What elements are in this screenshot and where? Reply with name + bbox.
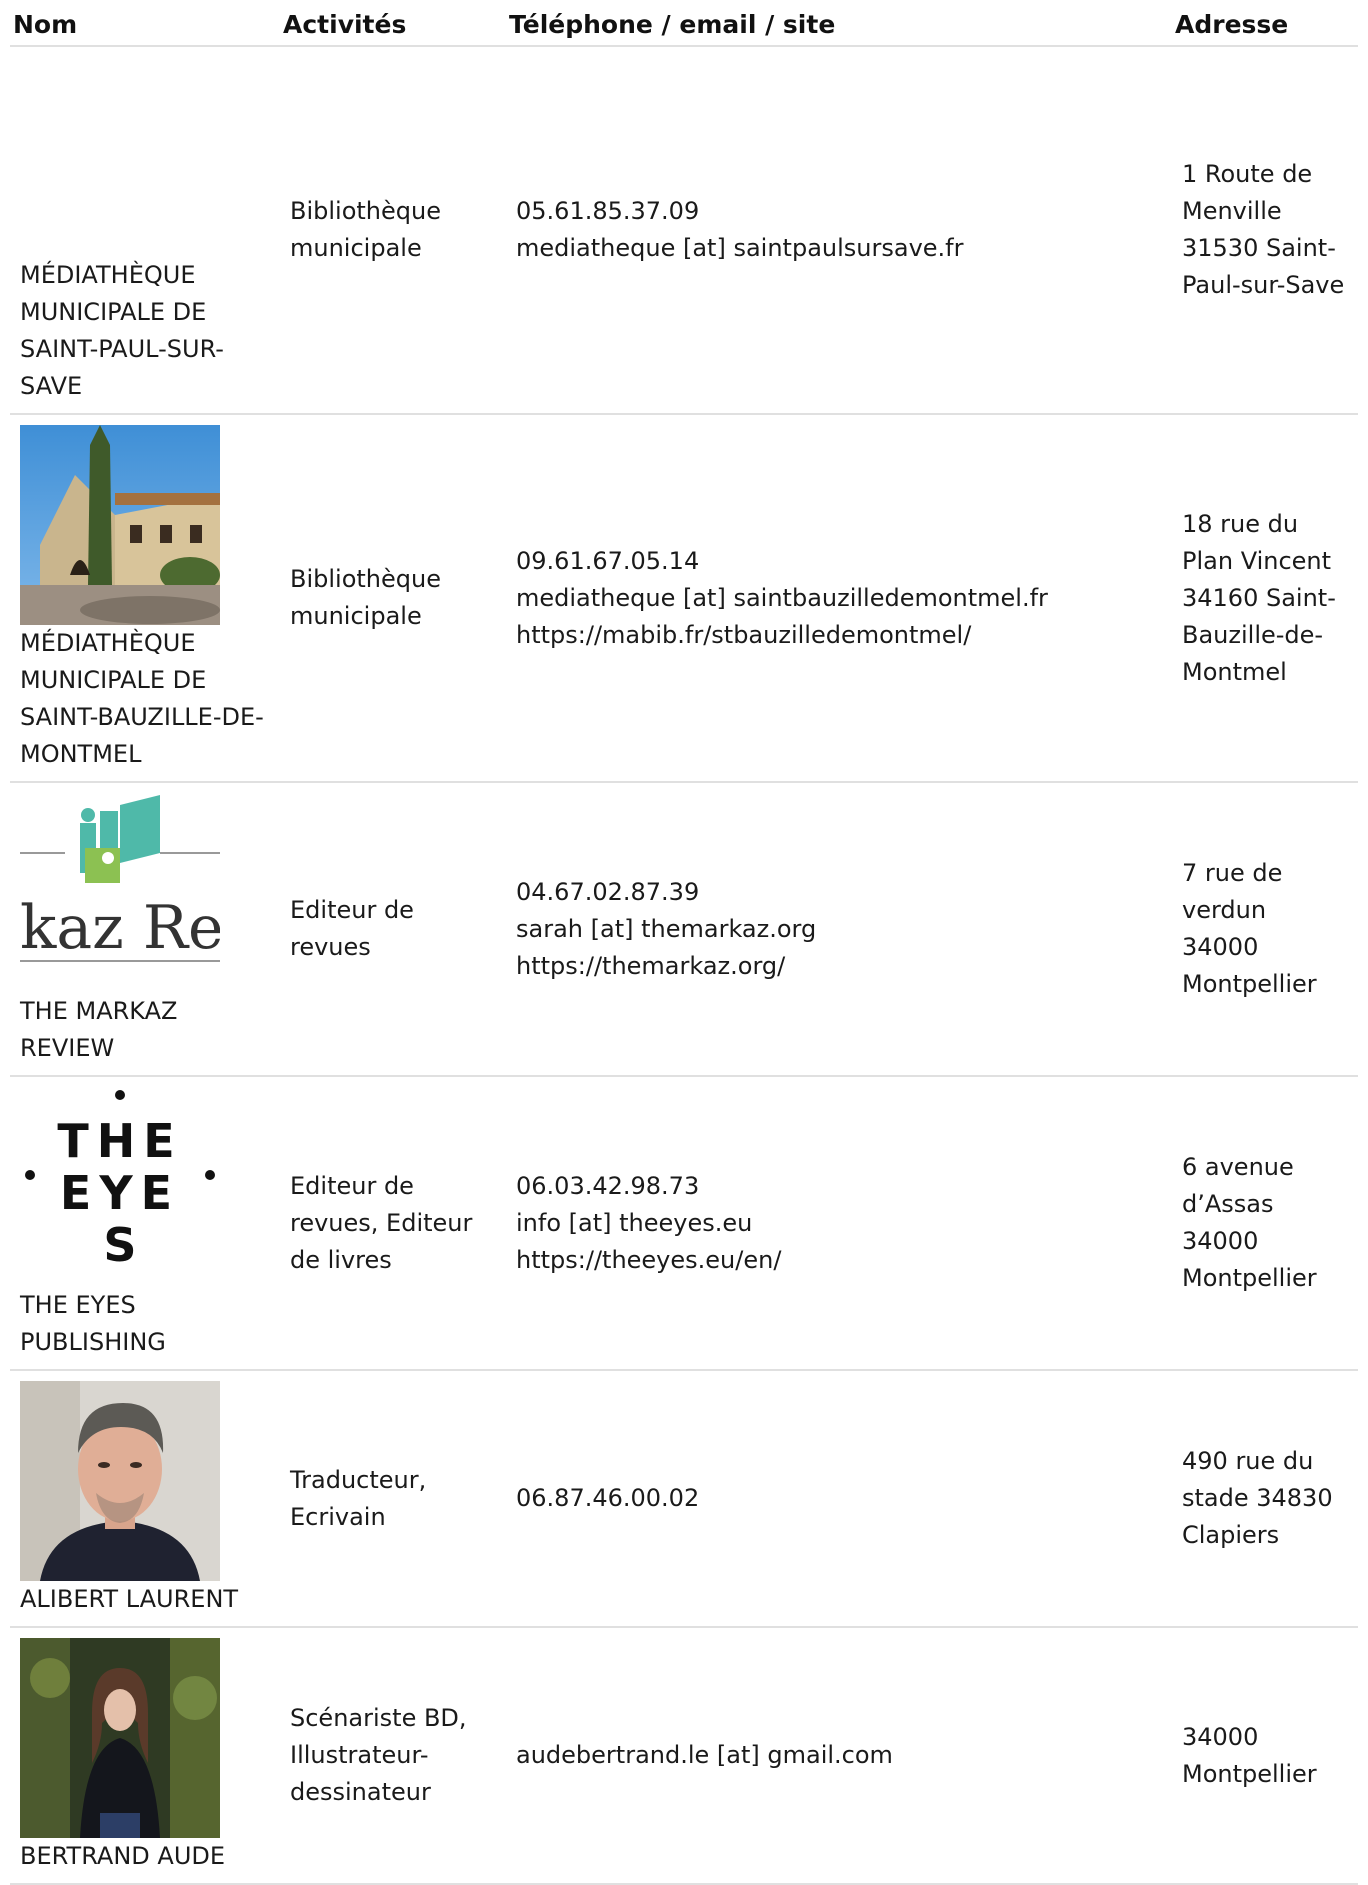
table-row: THE EYE S THE EYES PUBLISHING Editeur de… xyxy=(10,1076,1358,1371)
website-link[interactable]: https://mabib.fr/stbauzilledemontmel/ xyxy=(516,617,1164,654)
the-eyes-logo[interactable]: THE EYE S xyxy=(20,1087,220,1287)
contact-cell: 09.61.67.05.14 mediatheque [at] saintbau… xyxy=(506,414,1172,783)
entity-name[interactable]: MÉDIATHÈQUE MUNICIPALE DE SAINT-PAUL-SUR… xyxy=(20,257,272,405)
email[interactable]: mediatheque [at] saintpaulsursave.fr xyxy=(516,230,1164,267)
email[interactable]: mediatheque [at] saintbauzilledemontmel.… xyxy=(516,580,1164,617)
activities-cell: Editeur de revues, Editeur de livres xyxy=(280,1076,506,1371)
entity-name[interactable]: ALIBERT LAURENT xyxy=(20,1581,272,1618)
directory-page: Nom Activités Téléphone / email / site A… xyxy=(0,0,1368,1885)
portrait-man-photo[interactable] xyxy=(20,1381,220,1581)
phone[interactable]: 06.87.46.00.02 xyxy=(516,1480,1164,1517)
portrait-woman-photo[interactable] xyxy=(20,1638,220,1838)
address-cell: 34000 Montpellier xyxy=(1172,1627,1358,1885)
table-row: BERTRAND AUDE Scénariste BD, Illustrateu… xyxy=(10,1627,1358,1885)
header-nom[interactable]: Nom xyxy=(10,0,280,47)
entity-name[interactable]: THE EYES PUBLISHING xyxy=(20,1287,272,1361)
phone[interactable]: 09.61.67.05.14 xyxy=(516,543,1164,580)
contact-cell: 06.87.46.00.02 xyxy=(506,1370,1172,1628)
address-cell: 7 rue de verdun 34000 Montpellier xyxy=(1172,782,1358,1077)
activities-cell: Editeur de revues xyxy=(280,782,506,1077)
contact-cell: 04.67.02.87.39 sarah [at] themarkaz.org … xyxy=(506,782,1172,1077)
activities-cell: Scénariste BD, Illustrateur-dessinateur xyxy=(280,1627,506,1885)
name-cell: MÉDIATHÈQUE MUNICIPALE DE SAINT-BAUZILLE… xyxy=(10,414,280,783)
entity-name[interactable]: MÉDIATHÈQUE MUNICIPALE DE SAINT-BAUZILLE… xyxy=(20,625,272,773)
email[interactable]: info [at] theeyes.eu xyxy=(516,1205,1164,1242)
address-cell: 1 Route de Menville 31530 Saint-Paul-sur… xyxy=(1172,46,1358,415)
entity-name[interactable]: BERTRAND AUDE xyxy=(20,1838,272,1875)
contact-cell: audebertrand.le [at] gmail.com xyxy=(506,1627,1172,1885)
table-row: MÉDIATHÈQUE MUNICIPALE DE SAINT-PAUL-SUR… xyxy=(10,46,1358,415)
markaz-logo[interactable]: kaz Rev xyxy=(20,793,220,993)
header-adresse[interactable]: Adresse xyxy=(1172,0,1358,47)
contact-cell: 06.03.42.98.73 info [at] theeyes.eu http… xyxy=(506,1076,1172,1371)
directory-table: Nom Activités Téléphone / email / site A… xyxy=(10,0,1358,1885)
website-link[interactable]: https://themarkaz.org/ xyxy=(516,948,1164,985)
svg-text:THE: THE xyxy=(57,1114,182,1168)
email[interactable]: audebertrand.le [at] gmail.com xyxy=(516,1737,1164,1774)
email[interactable]: sarah [at] themarkaz.org xyxy=(516,911,1164,948)
activities-cell: Traducteur, Ecrivain xyxy=(280,1370,506,1628)
svg-text:EYE: EYE xyxy=(60,1166,180,1220)
name-cell: kaz Rev THE MARKAZ REVIEW xyxy=(10,782,280,1077)
svg-text:S: S xyxy=(103,1218,136,1272)
name-cell: BERTRAND AUDE xyxy=(10,1627,280,1885)
header-activites[interactable]: Activités xyxy=(280,0,506,47)
address-cell: 18 rue du Plan Vincent 34160 Saint-Bauzi… xyxy=(1172,414,1358,783)
stone-house-photo[interactable] xyxy=(20,425,220,625)
svg-text:kaz Rev: kaz Rev xyxy=(20,893,220,963)
phone[interactable]: 05.61.85.37.09 xyxy=(516,193,1164,230)
address-cell: 6 avenue d’Assas 34000 Montpellier xyxy=(1172,1076,1358,1371)
table-row: MÉDIATHÈQUE MUNICIPALE DE SAINT-BAUZILLE… xyxy=(10,414,1358,783)
table-row: kaz Rev THE MARKAZ REVIEW Editeur de rev… xyxy=(10,782,1358,1077)
address-cell: 490 rue du stade 34830 Clapiers xyxy=(1172,1370,1358,1628)
phone[interactable]: 04.67.02.87.39 xyxy=(516,874,1164,911)
header-contact[interactable]: Téléphone / email / site xyxy=(506,0,1172,47)
name-cell: THE EYE S THE EYES PUBLISHING xyxy=(10,1076,280,1371)
activities-cell: Bibliothèque municipale xyxy=(280,46,506,415)
table-header-row: Nom Activités Téléphone / email / site A… xyxy=(10,0,1358,47)
phone[interactable]: 06.03.42.98.73 xyxy=(516,1168,1164,1205)
name-cell: ALIBERT LAURENT xyxy=(10,1370,280,1628)
contact-cell: 05.61.85.37.09 mediatheque [at] saintpau… xyxy=(506,46,1172,415)
entity-name[interactable]: THE MARKAZ REVIEW xyxy=(20,993,272,1067)
website-link[interactable]: https://theeyes.eu/en/ xyxy=(516,1242,1164,1279)
activities-cell: Bibliothèque municipale xyxy=(280,414,506,783)
table-row: ALIBERT LAURENT Traducteur, Ecrivain 06.… xyxy=(10,1370,1358,1628)
name-cell: MÉDIATHÈQUE MUNICIPALE DE SAINT-PAUL-SUR… xyxy=(10,46,280,415)
